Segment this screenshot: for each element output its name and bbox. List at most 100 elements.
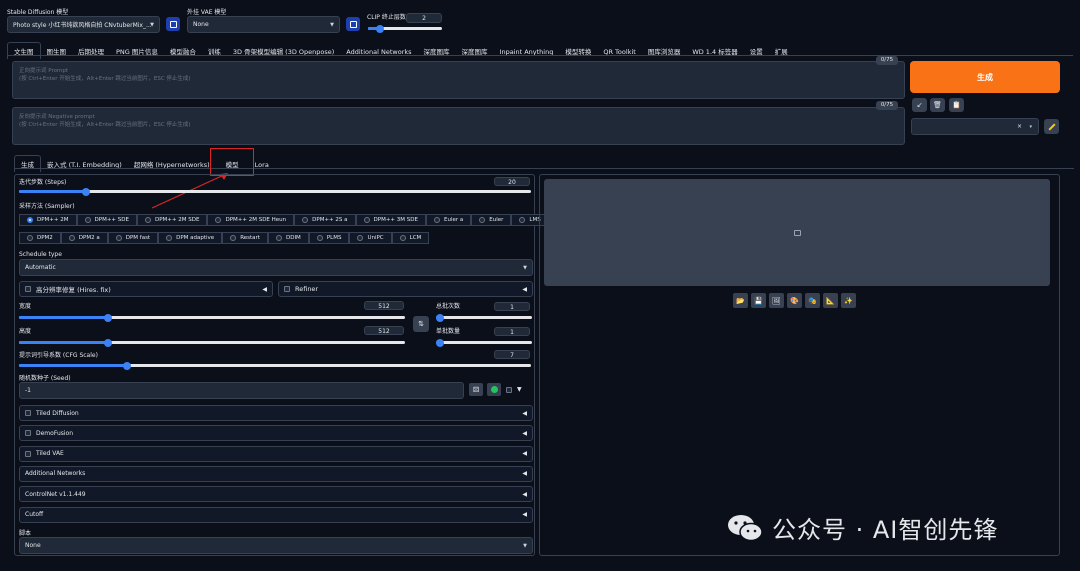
clear-prompt-button[interactable]: 🗑 xyxy=(930,98,945,112)
sampler-option[interactable]: DPM++ 2M SDE xyxy=(136,214,208,226)
steps-number-input[interactable]: 20 xyxy=(494,177,530,186)
accordion-checkbox[interactable] xyxy=(25,450,31,457)
tab-13[interactable]: 图库浏览器 xyxy=(642,43,687,59)
sampler-option[interactable]: DDIM xyxy=(267,232,309,244)
sampler-option[interactable]: DPM2 xyxy=(19,232,61,244)
sampler-option[interactable]: Euler a xyxy=(426,214,472,226)
collapse-arrow-icon[interactable]: ◀ xyxy=(522,430,527,437)
refiner-checkbox[interactable] xyxy=(284,286,290,292)
tab-16[interactable]: 扩展 xyxy=(769,43,794,59)
extra-seed-checkbox[interactable] xyxy=(506,387,512,393)
sampler-option[interactable]: DPM++ SDE xyxy=(76,214,137,226)
gallery-tool-button[interactable]: 📐 xyxy=(823,293,838,308)
steps-slider[interactable] xyxy=(19,187,531,196)
accordion-5[interactable]: Cutoff ◀ xyxy=(19,506,533,523)
sampler-option[interactable]: DPM fast xyxy=(107,232,159,244)
accordion-4[interactable]: ControlNet v1.1.449 ◀ xyxy=(19,486,533,503)
sampler-option[interactable]: DPM adaptive xyxy=(158,232,223,244)
sampler-option[interactable]: DPM2 a xyxy=(60,232,108,244)
style-select[interactable]: ▾ × xyxy=(911,118,1039,135)
script-select[interactable]: None ▼ xyxy=(19,537,533,554)
tab-7[interactable]: Additional Networks xyxy=(340,45,417,59)
collapse-arrow-icon[interactable]: ◀ xyxy=(522,470,527,477)
gallery-tool-button[interactable]: 🖼 xyxy=(769,293,784,308)
collapse-arrow-icon[interactable]: ◀ xyxy=(522,491,527,498)
sampler-option[interactable]: DPM++ 3M SDE xyxy=(355,214,426,226)
sampler-option[interactable]: DPM++ 2S a xyxy=(294,214,356,226)
vae-select[interactable]: None ▼ xyxy=(187,16,340,33)
width-slider[interactable] xyxy=(19,313,405,322)
hires-fix-accordion[interactable]: 高分辨率修复 (Hires. fix) ◀ xyxy=(19,281,273,297)
accordion-2[interactable]: Tiled VAE ◀ xyxy=(19,445,533,462)
collapse-arrow-icon[interactable]: ◀ xyxy=(522,511,527,518)
image-gallery[interactable] xyxy=(544,179,1050,286)
batch-count-slider[interactable] xyxy=(436,313,532,322)
gallery-tool-button[interactable]: 🎨 xyxy=(787,293,802,308)
refresh-model-button[interactable] xyxy=(166,17,180,31)
sampler-option[interactable]: Restart xyxy=(222,232,268,244)
model-select[interactable]: Photo style 小红书纯欲风格自拍 CNvtuberMix_... ▼ xyxy=(7,16,160,33)
gallery-tool-button[interactable]: 💾 xyxy=(751,293,766,308)
slider-knob[interactable] xyxy=(103,313,112,322)
slider-knob[interactable] xyxy=(436,313,444,322)
subtab-1[interactable]: 嵌入式 (T.I. Embedding) xyxy=(41,156,128,172)
sampler-option[interactable]: Euler xyxy=(471,214,512,226)
refiner-accordion[interactable]: Refiner ◀ xyxy=(278,281,533,297)
clip-slider[interactable] xyxy=(368,24,442,33)
tab-5[interactable]: 训练 xyxy=(202,43,227,59)
tab-15[interactable]: 设置 xyxy=(744,43,769,59)
accordion-checkbox[interactable] xyxy=(25,430,31,437)
accordion-checkbox[interactable] xyxy=(25,410,31,416)
generate-button[interactable]: 生成 xyxy=(910,61,1060,93)
prompt-textarea[interactable]: 正向提示词 Prompt (按 Ctrl+Enter 开始生成，Alt+Ente… xyxy=(12,61,905,99)
height-number-input[interactable]: 512 xyxy=(364,326,404,335)
sampler-option[interactable]: DPM++ 2M SDE Heun xyxy=(207,214,295,226)
cfg-slider[interactable] xyxy=(19,361,531,370)
tab-6[interactable]: 3D 骨架模型编辑 (3D Openpose) xyxy=(227,43,340,59)
slider-knob[interactable] xyxy=(376,24,384,33)
tab-2[interactable]: 后期处理 xyxy=(72,43,110,59)
slider-knob[interactable] xyxy=(103,338,112,347)
slider-knob[interactable] xyxy=(436,338,444,347)
tab-11[interactable]: 模型转换 xyxy=(559,43,597,59)
reuse-seed-button[interactable] xyxy=(487,383,501,396)
collapse-arrow-icon[interactable]: ◀ xyxy=(522,286,527,293)
slider-knob[interactable] xyxy=(122,361,131,370)
tab-0[interactable]: 文生图 xyxy=(7,42,41,59)
tab-12[interactable]: QR Toolkit xyxy=(597,45,641,59)
sampler-option[interactable]: PLMS xyxy=(308,232,350,244)
tab-10[interactable]: Inpaint Anything xyxy=(494,45,560,59)
batch-size-slider[interactable] xyxy=(436,338,532,347)
edit-styles-button[interactable] xyxy=(1044,119,1059,134)
sampler-option[interactable]: LCM xyxy=(391,232,430,244)
tab-4[interactable]: 模型融合 xyxy=(164,43,202,59)
accordion-3[interactable]: Additional Networks ◀ xyxy=(19,465,533,482)
accordion-1[interactable]: DemoFusion ◀ xyxy=(19,425,533,442)
sampler-option[interactable]: UniPC xyxy=(349,232,392,244)
schedule-select[interactable]: Automatic ▼ xyxy=(19,259,533,276)
negative-prompt-textarea[interactable]: 反向提示词 Negative prompt (按 Ctrl+Enter 开始生成… xyxy=(12,107,905,145)
extra-seed-toggle-icon[interactable]: ▼ xyxy=(517,386,522,393)
seed-input[interactable]: -1 xyxy=(19,382,464,399)
tab-1[interactable]: 图生图 xyxy=(41,43,73,59)
batch-size-input[interactable]: 1 xyxy=(494,327,530,336)
tab-9[interactable]: 深度图库 xyxy=(456,43,494,59)
refresh-vae-button[interactable] xyxy=(346,17,360,31)
clip-number-input[interactable]: 2 xyxy=(406,13,442,23)
width-number-input[interactable]: 512 xyxy=(364,301,404,310)
random-seed-button[interactable]: ⚄ xyxy=(469,383,483,396)
tab-8[interactable]: 深度图库 xyxy=(418,43,456,59)
collapse-arrow-icon[interactable]: ◀ xyxy=(262,286,267,293)
read-params-button[interactable]: ↙ xyxy=(912,98,927,112)
accordion-0[interactable]: Tiled Diffusion ◀ xyxy=(19,405,533,421)
slider-knob[interactable] xyxy=(81,187,90,196)
collapse-arrow-icon[interactable]: ◀ xyxy=(522,450,527,457)
gallery-tool-button[interactable]: 🎭 xyxy=(805,293,820,308)
subtab-0[interactable]: 生成 xyxy=(14,155,41,172)
tab-3[interactable]: PNG 图片信息 xyxy=(110,43,164,59)
tab-14[interactable]: WD 1.4 标签器 xyxy=(686,43,743,59)
height-slider[interactable] xyxy=(19,338,405,347)
apply-style-button[interactable]: 📋 xyxy=(949,98,964,112)
clear-icon[interactable]: × xyxy=(1017,123,1022,130)
batch-count-input[interactable]: 1 xyxy=(494,302,530,311)
